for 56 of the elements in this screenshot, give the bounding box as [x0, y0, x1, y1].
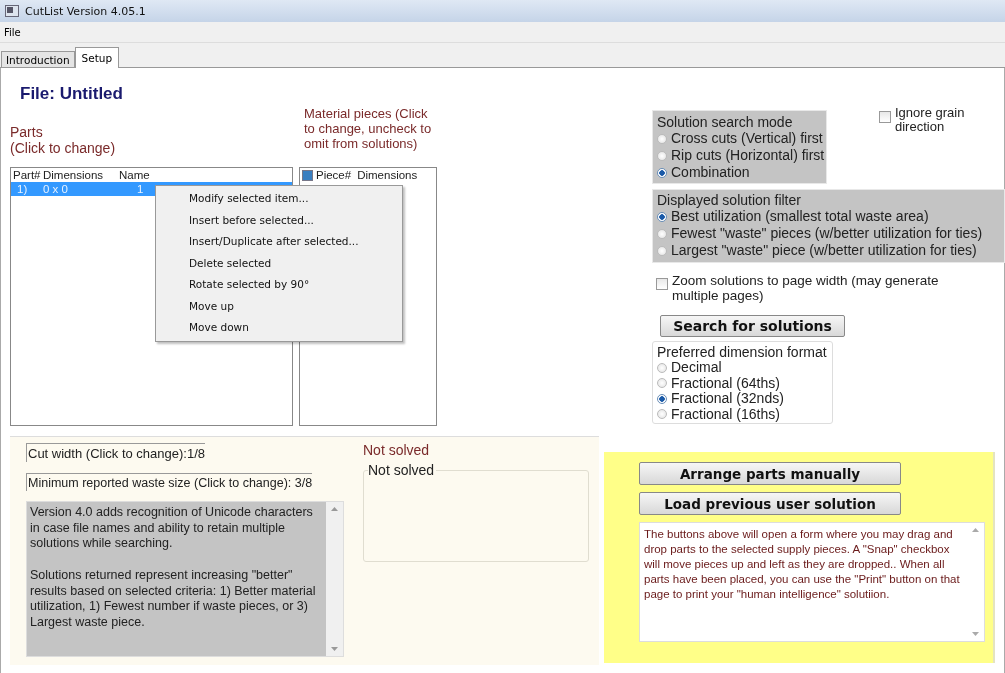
- option-label: Fractional (32nds): [671, 391, 784, 407]
- window-title: CutList Version 4.05.1: [25, 4, 146, 18]
- radio-button[interactable]: [657, 167, 667, 178]
- radio-button[interactable]: [657, 245, 667, 256]
- scroll-down-icon[interactable]: [972, 632, 979, 636]
- load-button[interactable]: Load previous user solution: [639, 492, 901, 515]
- status-label: Not solved: [363, 442, 431, 458]
- info-paragraph: Version 4.0 adds recognition of Unicode characters in case file names and ability to retain multiple solutions while searching.: [30, 505, 314, 553]
- scroll-up-icon[interactable]: [331, 507, 338, 511]
- checkbox[interactable]: [879, 111, 891, 123]
- checkbox[interactable]: [302, 169, 313, 181]
- radio-button[interactable]: [657, 150, 667, 161]
- file-title: File: Untitled: [20, 84, 124, 104]
- option-label: Fractional (64ths): [671, 375, 780, 391]
- menu-item[interactable]: File: [4, 26, 21, 38]
- window-icon: [5, 5, 19, 17]
- option-label: Best utilization (smallest total waste area): [671, 208, 929, 225]
- radio-button[interactable]: [657, 362, 667, 373]
- radio-button[interactable]: [657, 211, 667, 222]
- option-label: Decimal: [671, 360, 722, 376]
- scroll-down-icon[interactable]: [331, 647, 338, 651]
- group-title: Preferred dimension format: [657, 344, 828, 360]
- column-header: Piece#: [316, 169, 352, 181]
- group-title: Not solved: [368, 462, 437, 478]
- material-pieces-label: Material pieces (Click to change, uncheck to omit from solutions): [303, 106, 433, 153]
- radio-button[interactable]: [657, 409, 667, 420]
- help-text: The buttons above will open a form where you may drag and drop parts to the selected supply pieces. A "Snap" checkbox will move pieces up and left as they are dropped.. When all parts have been placed, you can use the "Print" button on that page to print your "human intelligence" solutiion.: [643, 527, 961, 602]
- cut-width-field[interactable]: Cut width (Click to change):1/8: [26, 443, 206, 462]
- option-label: Cross cuts (Vertical) first: [671, 130, 823, 147]
- radio-button[interactable]: [657, 228, 667, 239]
- group-title: Solution search mode: [657, 114, 794, 130]
- radio-button[interactable]: [657, 393, 667, 404]
- arrange-button[interactable]: Arrange parts manually: [639, 462, 901, 485]
- scrollbar[interactable]: [326, 502, 343, 656]
- option-label: Largest "waste" piece (w/better utilization for ties): [671, 242, 977, 259]
- option-label: Fewest "waste" pieces (w/better utilization for ties): [671, 225, 983, 242]
- search-button[interactable]: Search for solutions: [660, 315, 845, 337]
- radio-button[interactable]: [657, 133, 667, 144]
- option-label: Rip cuts (Horizontal) first: [671, 147, 825, 164]
- group-title: Displayed solution filter: [657, 192, 802, 208]
- scroll-up-icon[interactable]: [972, 528, 979, 532]
- info-paragraph: Solutions returned represent increasing "better" results based on selected criteria: 1) Better material utilization, 1) Fewest number if waste pieces, or 3) Largest waste piece.: [30, 567, 317, 631]
- parts-label: Parts (Click to change): [10, 124, 117, 158]
- column-header: Dimensions: [357, 169, 418, 181]
- radio-button[interactable]: [657, 378, 667, 389]
- column-header: Dimensions: [43, 169, 105, 181]
- tab[interactable]: Introduction: [1, 51, 75, 67]
- checkbox-label: Zoom solutions to page width (may generate multiple pages): [672, 273, 939, 303]
- min-waste-field[interactable]: Minimum reported waste size (Click to change): 3/8: [26, 473, 313, 491]
- tab[interactable]: Setup: [74, 47, 120, 68]
- checkbox[interactable]: [656, 278, 668, 290]
- checkbox-label: Ignore grain direction: [895, 106, 965, 134]
- column-header: Name: [119, 169, 151, 181]
- option-label: Combination: [671, 164, 750, 181]
- column-header: Part#: [13, 169, 42, 181]
- option-label: Fractional (16ths): [671, 406, 780, 422]
